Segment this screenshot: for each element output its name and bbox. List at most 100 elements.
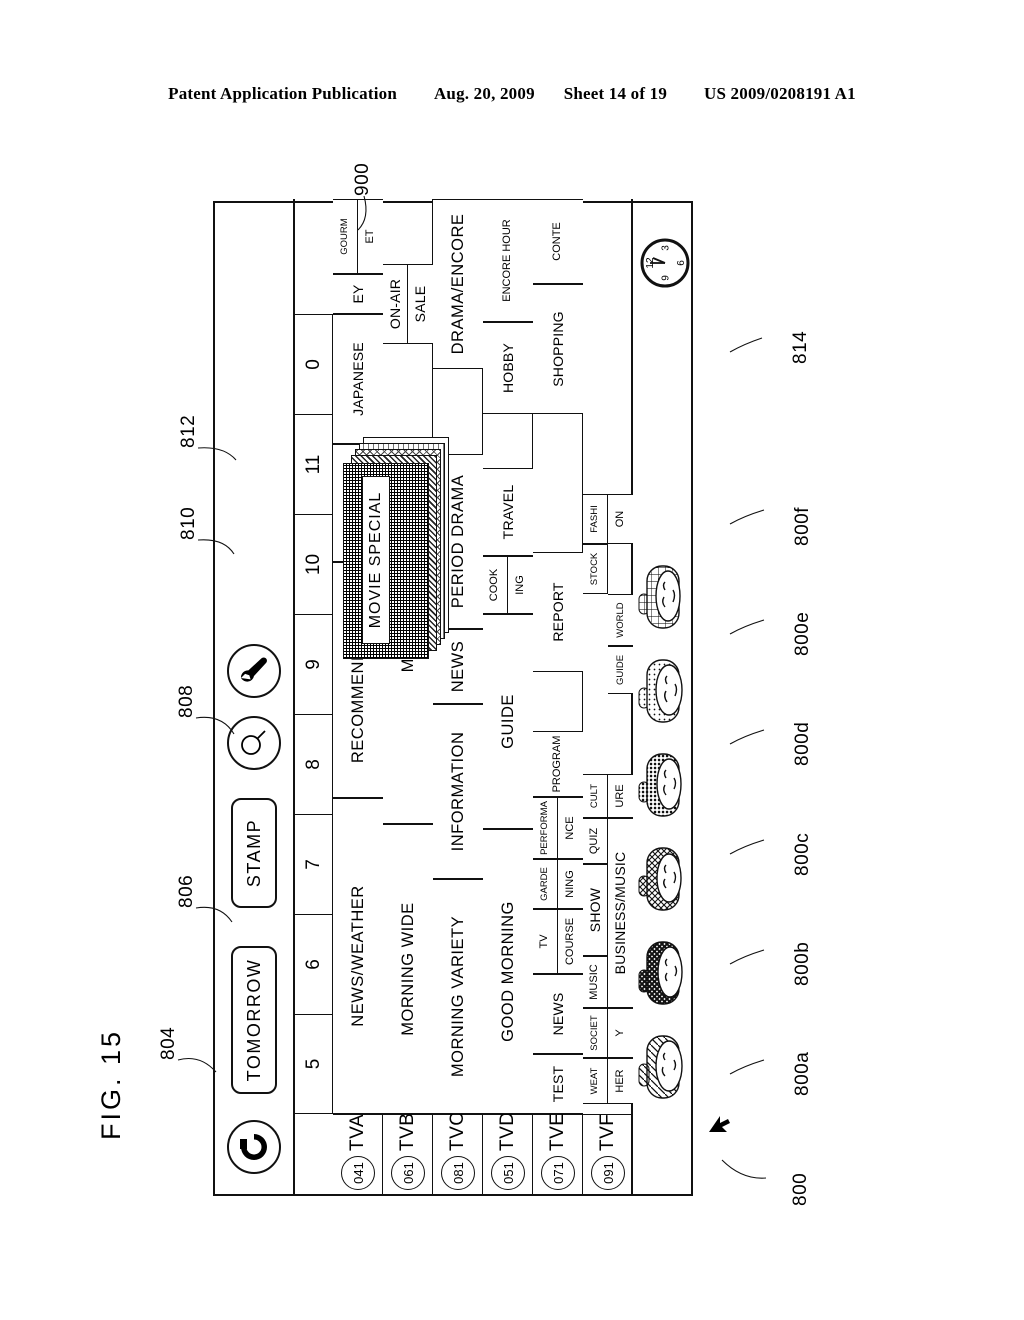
program-cell[interactable]: TRAVEL (483, 468, 533, 556)
program-title: QUIZ (588, 827, 601, 855)
wrench-icon[interactable] (227, 644, 281, 698)
program-title: GOOD MORNING (498, 901, 517, 1042)
program-title: PERIOD DRAMA (448, 474, 467, 609)
program-title: GOURM (339, 218, 351, 255)
epg-screen: TOMORROW STAMP 5 6 7 8 9 10 11 0 041 TVA… (213, 199, 730, 1196)
avatar[interactable] (637, 930, 691, 1014)
program-cell[interactable]: ING (508, 556, 533, 614)
program-title: PERFORMA (539, 801, 551, 855)
program-cell[interactable]: PROGRAM (533, 731, 583, 797)
program-title: GUIDE (498, 694, 517, 749)
program-title: MORNING VARIETY (448, 915, 467, 1078)
program-cell[interactable]: TV (533, 909, 558, 974)
time-tick: 6 (295, 914, 333, 1014)
ref-800e: 800e (792, 611, 813, 656)
search-icon[interactable] (227, 716, 281, 770)
clock-mark-6: 6 (676, 260, 687, 266)
program-cell[interactable]: SHOW (583, 864, 608, 956)
program-cell[interactable]: MORNING VARIETY (433, 879, 483, 1114)
program-cell[interactable]: GUIDE (608, 646, 633, 694)
program-cell[interactable]: BUSINESS/MUSIC (608, 818, 633, 1008)
avatar[interactable] (637, 1024, 691, 1108)
table-row: 051 TVD GOOD MORNING GUIDE COOK ING TRAV… (483, 199, 533, 1194)
avatar[interactable] (637, 648, 691, 732)
program-title: TEST (549, 1065, 566, 1103)
clock-mark-3: 3 (661, 245, 672, 251)
avatar[interactable] (637, 554, 691, 638)
program-cell[interactable]: Y (608, 1008, 633, 1058)
time-tick: 11 (295, 414, 333, 514)
program-title: GARDE (539, 867, 551, 901)
program-cell[interactable]: HER (608, 1058, 633, 1104)
stamp-avatar-strip (635, 199, 693, 1114)
popup-layer-top[interactable]: MOVIE SPECIAL (343, 463, 429, 659)
program-cell[interactable]: GARDE (533, 859, 558, 909)
program-cell[interactable]: ON (608, 494, 633, 544)
program-cell[interactable]: GUIDE (483, 614, 533, 829)
ref-810: 810 (178, 506, 199, 540)
program-cell[interactable]: PERFORMA (533, 797, 558, 859)
program-cell[interactable]: GOURM (333, 199, 358, 274)
channel-cell-tvc[interactable]: 081 TVC (433, 1112, 483, 1194)
program-cell[interactable]: TEST (533, 1054, 583, 1114)
program-cell[interactable]: MUSIC (583, 956, 608, 1008)
channel-cell-tvd[interactable]: 051 TVD (483, 1112, 533, 1194)
table-row: 061 TVB MORNING WIDE MARKET ON-AIR SALE (383, 199, 433, 1194)
program-cell[interactable]: MORNING WIDE (383, 824, 433, 1114)
program-cell[interactable]: NEWS (533, 974, 583, 1054)
program-cell[interactable]: DRAMA/ENCORE (433, 199, 483, 369)
program-cell[interactable]: QUIZ (583, 818, 608, 864)
program-cell[interactable]: INFORMATION (433, 704, 483, 879)
program-cell[interactable]: WORLD (608, 594, 633, 646)
publication-text: Patent Application Publication (168, 84, 398, 103)
program-cell[interactable]: URE (608, 774, 633, 818)
program-cell[interactable]: ENCORE HOUR (483, 199, 533, 322)
avatar[interactable] (637, 742, 691, 826)
channel-cell-tvf[interactable]: 091 TVF (583, 1114, 633, 1194)
time-tick: 7 (295, 814, 333, 914)
ref-800f: 800f (792, 507, 813, 546)
program-title: ON (613, 510, 626, 528)
program-title: ING (513, 575, 526, 595)
program-cell[interactable]: STOCK (583, 544, 608, 594)
program-cell[interactable]: ON-AIR (383, 264, 408, 344)
program-cell[interactable]: NEWS/WEATHER (333, 798, 383, 1114)
program-cell[interactable]: SOCIET (583, 1008, 608, 1058)
movie-special-popup-stack[interactable]: MOVIE SPECIAL (343, 429, 451, 659)
program-cell[interactable]: GOOD MORNING (483, 829, 533, 1114)
program-cell[interactable]: SHOPPING (533, 284, 583, 414)
program-cell[interactable]: NCE (558, 797, 583, 859)
program-cell[interactable]: NING (558, 859, 583, 909)
program-cell[interactable]: WEAT (583, 1058, 608, 1104)
channel-name: TVF (597, 1113, 618, 1151)
tomorrow-button-label: TOMORROW (243, 958, 264, 1082)
program-cell[interactable]: CONTE (533, 199, 583, 284)
program-cell[interactable]: COOK (483, 556, 508, 614)
channel-cell-tva[interactable]: 041 TVA (333, 1114, 383, 1194)
refresh-icon[interactable] (227, 1120, 281, 1174)
program-title: ENCORE HOUR (501, 219, 514, 302)
ref-800c: 800c (792, 832, 813, 876)
program-title: FASHI (589, 505, 601, 533)
stamp-button[interactable]: STAMP (231, 798, 277, 908)
program-title: SHOPPING (549, 311, 566, 387)
program-cell[interactable]: EY (333, 274, 383, 314)
toolbar: TOMORROW STAMP (215, 199, 295, 1194)
program-cell[interactable]: CULT (583, 774, 608, 818)
program-cell[interactable]: JAPANESE (333, 314, 383, 444)
avatar[interactable] (637, 836, 691, 920)
program-title: REPORT (549, 582, 566, 642)
program-cell[interactable]: ET (358, 199, 383, 274)
program-title: NEWS (448, 640, 467, 693)
channel-cell-tve[interactable]: 071 TVE (533, 1113, 583, 1194)
tomorrow-button[interactable]: TOMORROW (231, 946, 277, 1094)
channel-cell-tvb[interactable]: 061 TVB (383, 1113, 433, 1194)
program-cell[interactable]: REPORT (533, 552, 583, 672)
program-cell[interactable]: HOBBY (483, 322, 533, 414)
program-cell[interactable]: SALE (408, 264, 433, 344)
patent-header: Patent Application Publication Aug. 20, … (0, 84, 1024, 104)
program-title: EY (349, 284, 366, 304)
program-cell[interactable]: FASHI (583, 494, 608, 544)
program-cell[interactable]: COURSE (558, 909, 583, 974)
time-tick: 10 (295, 514, 333, 614)
